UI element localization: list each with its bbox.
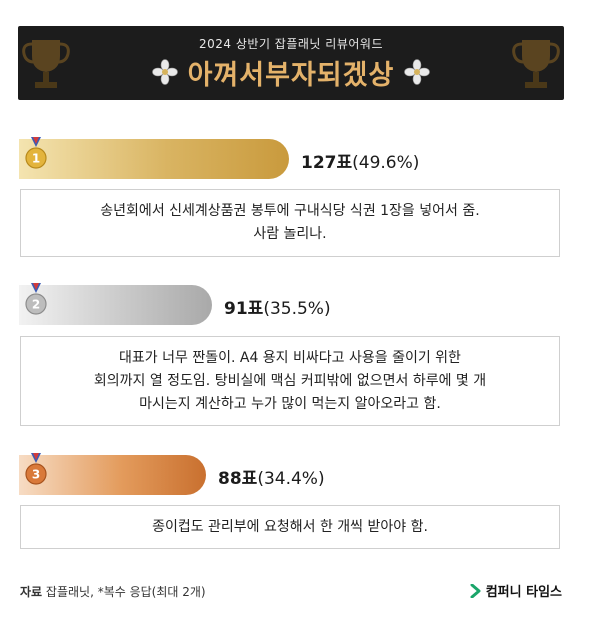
vote-percent: (35.5%) [263,299,331,319]
banner-title-row: 아껴서부자되겠상 [18,54,564,91]
source-text: 잡플래닛, *복수 응답(최대 2개) [42,585,206,599]
comment-box-rank-2: 대표가 너무 짠돌이. A4 용지 비싸다고 사용을 줄이기 위한 회의까지 열… [20,336,560,426]
vote-count: 91표 [224,299,264,319]
bronze-medal-icon: 3 [25,453,47,485]
vote-count: 88표 [218,469,258,489]
flower-icon [151,59,178,85]
vote-label-rank-3: 88표(34.4%) [218,464,325,489]
comment-line: 대표가 너무 짠돌이. A4 용지 비싸다고 사용을 줄이기 위한 [119,349,461,366]
comment-line: 회의까지 열 정도임. 탕비실에 맥심 커피밖에 없으면서 하루에 몇 개 [93,372,487,389]
banner-title: 아껴서부자되겠상 [187,59,395,91]
source-label: 자료 [20,585,43,599]
vote-label-rank-1: 127표(49.6%) [301,148,419,173]
medal-rank-label: 3 [32,468,40,482]
comment-line: 사람 놀리나. [253,226,327,242]
banner-subtitle: 2024 상반기 잡플래닛 리뷰어워드 [199,37,383,51]
comment-line: 종이컵도 관리부에 요청해서 한 개씩 받아야 함. [152,518,428,535]
award-banner: 2024 상반기 잡플래닛 리뷰어워드 아껴서부자되겠상 [18,26,564,100]
comment-box-rank-1: 송년회에서 신세계상품권 봉투에 구내식당 식권 1장을 넣어서 줌. 사람 놀… [20,189,560,257]
brand-chevron-icon [470,583,481,598]
vote-count: 127표 [301,153,353,173]
medal-rank-label: 1 [32,152,40,166]
brand-name: 컴퍼니 타임스 [485,585,562,600]
bar-rank-1 [19,139,289,179]
comment-box-rank-3: 종이컵도 관리부에 요청해서 한 개씩 받아야 함. [20,505,560,549]
source-note: 자료 잡플래닛, *복수 응답(최대 2개) [20,583,206,600]
comment-line: 마시는지 계산하고 누가 많이 먹는지 알아오라고 함. [139,395,441,412]
flower-icon [404,59,431,85]
comment-line: 송년회에서 신세계상품권 봉투에 구내식당 식권 1장을 넣어서 줌. [100,203,480,219]
gold-medal-icon: 1 [25,137,47,169]
brand-logo: 컴퍼니 타임스 [470,581,562,600]
silver-medal-icon: 2 [25,283,47,315]
vote-percent: (34.4%) [257,469,325,489]
vote-label-rank-2: 91표(35.5%) [224,294,331,319]
vote-percent: (49.6%) [352,153,420,173]
medal-rank-label: 2 [32,298,40,312]
